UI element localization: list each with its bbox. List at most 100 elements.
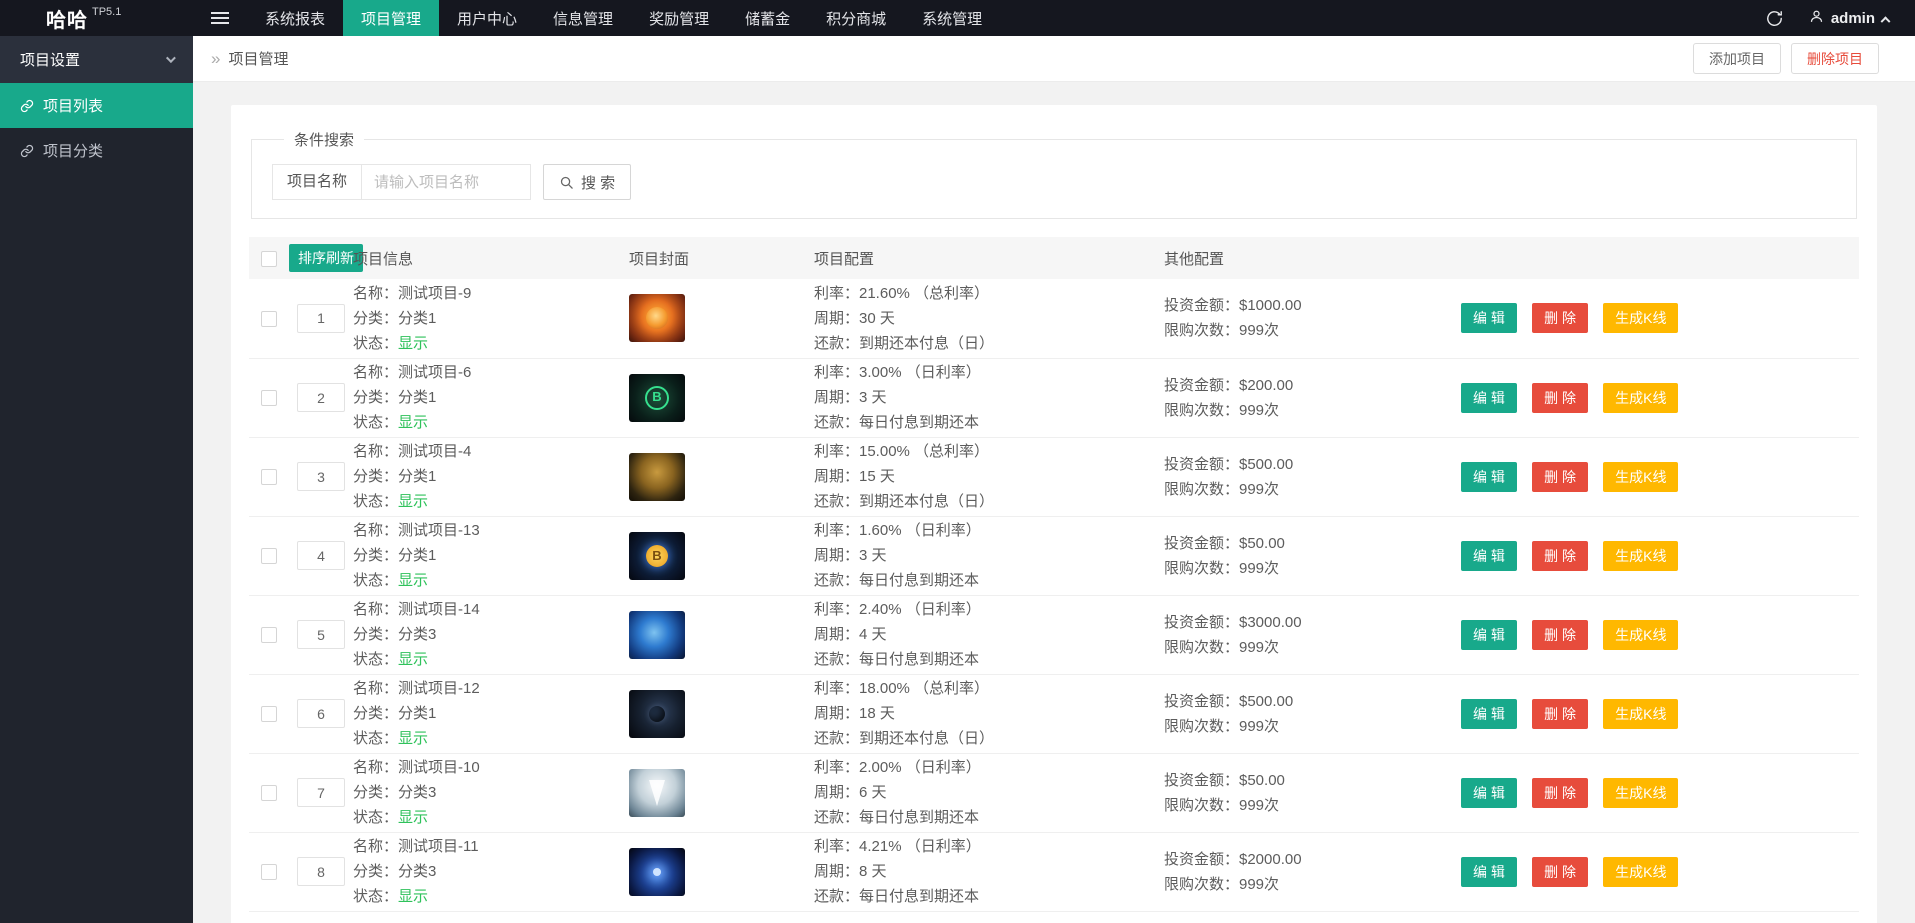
project-status: 显示 <box>398 493 428 510</box>
kline-button[interactable]: 生成K线 <box>1603 620 1678 650</box>
project-repay: 还款：每日付息到期还本 <box>814 805 1164 830</box>
kline-button[interactable]: 生成K线 <box>1603 778 1678 808</box>
row-checkbox[interactable] <box>261 311 277 327</box>
project-cover-image <box>629 294 685 342</box>
add-project-button[interactable]: 添加项目 <box>1693 43 1781 74</box>
sidebar: 项目设置 项目列表 项目分类 <box>0 36 193 923</box>
edit-button[interactable]: 编 辑 <box>1461 383 1517 413</box>
project-repay: 还款：到期还本付息（日） <box>814 726 1164 751</box>
search-button[interactable]: 搜 索 <box>543 164 631 200</box>
kline-button[interactable]: 生成K线 <box>1603 857 1678 887</box>
table-row: 名称：测试项目-10 分类：分类3 状态：显示 利率：2.00% （日利率） 周… <box>249 753 1859 832</box>
project-limit: 限购次数：999次 <box>1164 398 1461 423</box>
project-limit: 限购次数：999次 <box>1164 635 1461 660</box>
row-checkbox[interactable] <box>261 706 277 722</box>
column-header-project-info: 项目信息 <box>353 237 629 279</box>
column-header-other-config: 其他配置 <box>1164 237 1461 279</box>
project-repay: 还款：每日付息到期还本 <box>814 410 1164 435</box>
sort-input[interactable] <box>297 383 345 412</box>
project-status-label: 状态： <box>353 414 398 431</box>
sort-input[interactable] <box>297 462 345 491</box>
project-name: 名称：测试项目-14 <box>353 597 629 622</box>
row-checkbox[interactable] <box>261 627 277 643</box>
project-limit: 限购次数：999次 <box>1164 793 1461 818</box>
edit-button[interactable]: 编 辑 <box>1461 857 1517 887</box>
sidebar-item-label: 项目列表 <box>43 95 103 116</box>
table-header-row: 排序刷新 项目信息 项目封面 项目配置 其他配置 <box>249 237 1859 279</box>
project-status: 显示 <box>398 730 428 747</box>
delete-button[interactable]: 删 除 <box>1532 303 1588 333</box>
project-rate: 利率：2.40% （日利率） <box>814 597 1164 622</box>
row-checkbox[interactable] <box>261 390 277 406</box>
delete-button[interactable]: 删 除 <box>1532 541 1588 571</box>
kline-button[interactable]: 生成K线 <box>1603 303 1678 333</box>
delete-button[interactable]: 删 除 <box>1532 699 1588 729</box>
search-button-label: 搜 索 <box>581 172 615 193</box>
table-row: 名称：测试项目-14 分类：分类3 状态：显示 利率：2.40% （日利率） 周… <box>249 595 1859 674</box>
nav-item-reward-management[interactable]: 奖励管理 <box>631 0 727 36</box>
menu-toggle-icon[interactable] <box>193 0 247 36</box>
nav-item-info-management[interactable]: 信息管理 <box>535 0 631 36</box>
page-toolbar: 添加项目 删除项目 <box>1693 43 1879 74</box>
row-checkbox[interactable] <box>261 864 277 880</box>
sort-input[interactable] <box>297 857 345 886</box>
project-name: 名称：测试项目-10 <box>353 755 629 780</box>
project-name-input[interactable] <box>361 164 531 200</box>
project-status-label: 状态： <box>353 809 398 826</box>
project-status-label: 状态： <box>353 651 398 668</box>
nav-item-user-center[interactable]: 用户中心 <box>439 0 535 36</box>
project-category: 分类：分类1 <box>353 543 629 568</box>
select-all-checkbox[interactable] <box>261 251 277 267</box>
nav-item-points-mall[interactable]: 积分商城 <box>808 0 904 36</box>
delete-button[interactable]: 删 除 <box>1532 778 1588 808</box>
project-category: 分类：分类3 <box>353 780 629 805</box>
edit-button[interactable]: 编 辑 <box>1461 303 1517 333</box>
sort-input[interactable] <box>297 778 345 807</box>
sort-input[interactable] <box>297 699 345 728</box>
sort-input[interactable] <box>297 304 345 333</box>
project-amount: 投资金额：$500.00 <box>1164 689 1461 714</box>
project-category: 分类：分类1 <box>353 701 629 726</box>
edit-button[interactable]: 编 辑 <box>1461 462 1517 492</box>
app-logo[interactable]: 哈哈 TP5.1 <box>0 0 193 36</box>
table-body: 名称：测试项目-9 分类：分类1 状态：显示 利率：21.60% （总利率） 周… <box>249 279 1859 923</box>
project-status-label: 状态： <box>353 888 398 905</box>
refresh-icon[interactable] <box>1766 10 1783 27</box>
nav-item-savings[interactable]: 储蓄金 <box>727 0 808 36</box>
edit-button[interactable]: 编 辑 <box>1461 699 1517 729</box>
sidebar-group-project-settings[interactable]: 项目设置 <box>0 36 193 83</box>
search-icon <box>559 175 574 190</box>
edit-button[interactable]: 编 辑 <box>1461 778 1517 808</box>
sort-input[interactable] <box>297 541 345 570</box>
edit-button[interactable]: 编 辑 <box>1461 620 1517 650</box>
sort-refresh-button[interactable]: 排序刷新 <box>289 244 363 272</box>
username: admin <box>1831 10 1875 27</box>
kline-button[interactable]: 生成K线 <box>1603 541 1678 571</box>
delete-button[interactable]: 删 除 <box>1532 383 1588 413</box>
project-cover-image <box>629 453 685 501</box>
user-menu[interactable]: admin <box>1809 9 1889 28</box>
row-checkbox[interactable] <box>261 469 277 485</box>
edit-button[interactable]: 编 辑 <box>1461 541 1517 571</box>
row-checkbox[interactable] <box>261 785 277 801</box>
delete-button[interactable]: 删 除 <box>1532 857 1588 887</box>
top-nav: 系统报表 项目管理 用户中心 信息管理 奖励管理 储蓄金 积分商城 系统管理 <box>247 0 1000 36</box>
delete-button[interactable]: 删 除 <box>1532 620 1588 650</box>
sidebar-item-project-category[interactable]: 项目分类 <box>0 128 193 173</box>
sidebar-item-project-list[interactable]: 项目列表 <box>0 83 193 128</box>
kline-button[interactable]: 生成K线 <box>1603 462 1678 492</box>
sort-input[interactable] <box>297 620 345 649</box>
delete-button[interactable]: 删 除 <box>1532 462 1588 492</box>
nav-item-system-management[interactable]: 系统管理 <box>904 0 1000 36</box>
project-rate: 利率：4.21% （日利率） <box>814 834 1164 859</box>
table-row: 名称：测试项目-11 分类：分类3 状态：显示 利率：4.21% （日利率） 周… <box>249 832 1859 911</box>
nav-item-project-management[interactable]: 项目管理 <box>343 0 439 36</box>
kline-button[interactable]: 生成K线 <box>1603 699 1678 729</box>
nav-item-system-reports[interactable]: 系统报表 <box>247 0 343 36</box>
project-table: 排序刷新 项目信息 项目封面 项目配置 其他配置 名称：测试项目-9 分类 <box>249 237 1859 923</box>
project-status-label: 状态： <box>353 730 398 747</box>
delete-project-button[interactable]: 删除项目 <box>1791 43 1879 74</box>
kline-button[interactable]: 生成K线 <box>1603 383 1678 413</box>
row-checkbox[interactable] <box>261 548 277 564</box>
project-repay: 还款：每日付息到期还本 <box>814 568 1164 593</box>
